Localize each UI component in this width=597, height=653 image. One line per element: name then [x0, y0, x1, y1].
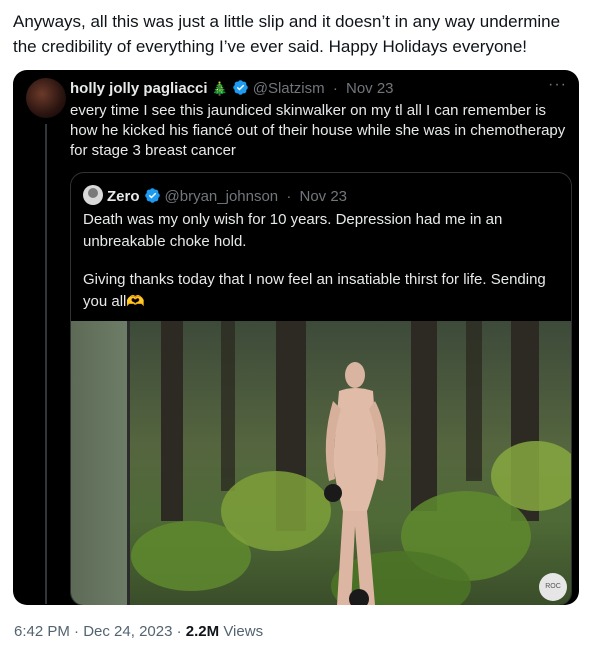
verified-badge-icon — [232, 79, 249, 102]
photo-subject — [321, 361, 391, 605]
post-metadata: 6:42 PM · Dec 24, 2023 · 2.2M Views — [14, 622, 263, 642]
views-label: Views — [223, 623, 264, 640]
quoted-author-handle[interactable]: @Slatzism — [253, 80, 325, 97]
quoted-post-header: holly jolly pagliacci 🎄 @Slatzism · Nov 23 — [70, 79, 394, 102]
post-time[interactable]: 6:42 PM — [14, 623, 70, 640]
christmas-tree-icon: 🎄 — [211, 81, 228, 96]
photo-watermark-badge: ROC — [539, 573, 567, 601]
quoted-post-date[interactable]: Nov 23 — [346, 80, 394, 97]
inner-quoted-post-card[interactable]: Zero @bryan_johnson · Nov 23 Death was my… — [70, 172, 572, 605]
verified-badge-icon — [144, 187, 161, 210]
inner-date-separator: · — [286, 188, 292, 205]
thread-line — [45, 124, 47, 604]
post-photo[interactable]: ROC — [71, 321, 571, 605]
mirror-panel — [71, 321, 128, 605]
quoted-author-avatar[interactable] — [26, 78, 66, 118]
inner-post-text: Death was my only wish for 10 years. Dep… — [83, 209, 553, 329]
quoted-post-card[interactable]: holly jolly pagliacci 🎄 @Slatzism · Nov 23… — [13, 70, 579, 605]
more-options-icon[interactable]: ··· — [548, 76, 567, 94]
heart-hands-icon: 🫶 — [126, 293, 146, 310]
meta-separator: · — [176, 623, 182, 640]
quoted-date-separator: · — [332, 80, 338, 97]
quoted-post-text: every time I see this jaundiced skinwalk… — [70, 102, 566, 159]
inner-post-paragraph-2: Giving thanks today that I now feel an i… — [83, 271, 546, 310]
inner-author-avatar[interactable] — [83, 185, 103, 205]
inner-author-handle[interactable]: @bryan_johnson — [165, 188, 279, 205]
mirror-frame — [127, 321, 130, 605]
inner-post-paragraph-1: Death was my only wish for 10 years. Dep… — [83, 211, 503, 250]
post-text: Anyways, all this was just a little slip… — [13, 12, 561, 56]
meta-separator: · — [74, 623, 80, 640]
inner-post-date[interactable]: Nov 23 — [300, 188, 348, 205]
views-count[interactable]: 2.2M — [186, 623, 219, 640]
post-date[interactable]: Dec 24, 2023 — [83, 623, 172, 640]
inner-author-name[interactable]: Zero — [107, 188, 140, 205]
quoted-author-name[interactable]: holly jolly pagliacci — [70, 80, 208, 97]
inner-post-header: Zero @bryan_johnson · Nov 23 — [83, 185, 347, 210]
